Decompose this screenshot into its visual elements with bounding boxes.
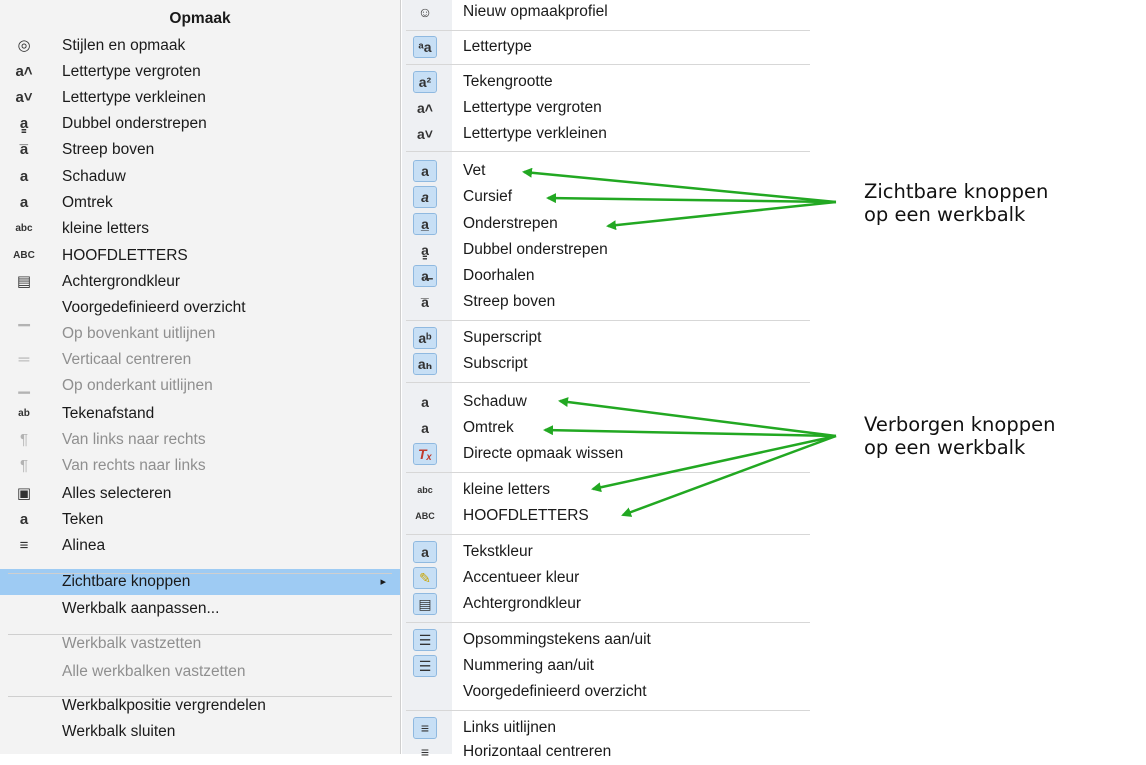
arrow-to-onderstrepen bbox=[606, 200, 837, 231]
annotation-arrows bbox=[522, 167, 837, 517]
